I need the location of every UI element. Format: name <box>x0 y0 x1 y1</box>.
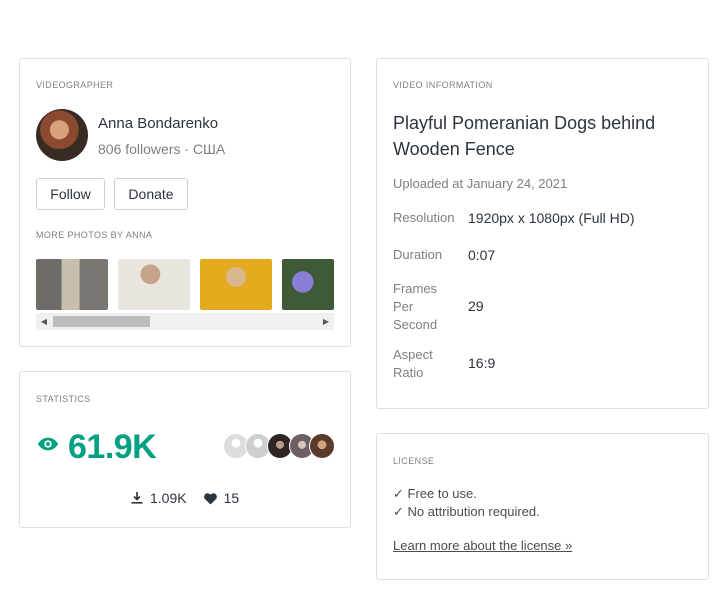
eye-icon <box>37 437 59 451</box>
license-card: LICENSE ✓ Free to use. ✓ No attribution … <box>376 433 709 580</box>
arrow-left-icon[interactable]: ◀ <box>36 313 52 330</box>
aspect-ratio-value: 16:9 <box>468 355 496 371</box>
arrow-right-icon[interactable]: ▶ <box>318 313 334 330</box>
fps-label: Frames Per Second <box>393 281 438 332</box>
license-line: ✓ Free to use. <box>393 486 477 501</box>
aspect-ratio-label: Aspect Ratio <box>393 347 433 380</box>
duration-label: Duration <box>393 247 443 262</box>
duration-value: 0:07 <box>468 247 496 263</box>
license-line: ✓ No attribution required. <box>393 504 540 519</box>
donate-button[interactable]: Donate <box>114 178 188 210</box>
statistics-card: STATISTICS 61.9K 1.09K 15 <box>19 371 351 528</box>
video-info-section-label: VIDEO INFORMATION <box>393 80 493 90</box>
likes-count: 15 <box>223 490 240 506</box>
downloads-count: 1.09K <box>150 490 187 506</box>
statistics-section-label: STATISTICS <box>36 394 91 404</box>
video-info-card: VIDEO INFORMATION Playful Pomeranian Dog… <box>376 58 709 409</box>
photo-thumbnail[interactable] <box>200 259 272 310</box>
heart-icon <box>203 492 217 505</box>
scrollbar-thumb[interactable] <box>53 316 150 327</box>
upload-date: Uploaded at January 24, 2021 <box>393 176 568 191</box>
video-title: Playful Pomeranian Dogs behind Wooden Fe… <box>393 113 656 159</box>
photo-thumbnail[interactable] <box>282 259 334 310</box>
horizontal-scrollbar[interactable]: ◀ ▶ <box>36 313 334 330</box>
resolution-value: 1920px x 1080px (Full HD) <box>468 210 635 226</box>
fps-value: 29 <box>468 298 484 314</box>
videographer-section-label: VIDEOGRAPHER <box>36 80 114 90</box>
avatar[interactable] <box>36 109 88 161</box>
follow-button[interactable]: Follow <box>36 178 105 210</box>
followers-count: 806 followers · США <box>98 141 226 157</box>
contributor-avatars <box>223 433 335 459</box>
photo-thumbnail[interactable] <box>36 259 108 310</box>
stats-row: 1.09K 15 <box>130 490 239 506</box>
videographer-card: VIDEOGRAPHER Anna Bondarenko 806 followe… <box>19 58 351 347</box>
license-section-label: LICENSE <box>393 456 435 466</box>
photo-thumbnail[interactable] <box>118 259 190 310</box>
views-count: 61.9K <box>68 428 157 466</box>
videographer-name[interactable]: Anna Bondarenko <box>98 115 218 132</box>
resolution-label: Resolution <box>393 210 455 225</box>
more-photos-label: MORE PHOTOS BY ANNA <box>36 230 153 240</box>
avatar[interactable] <box>309 433 335 459</box>
license-link[interactable]: Learn more about the license » <box>393 538 572 553</box>
download-icon <box>131 492 143 504</box>
